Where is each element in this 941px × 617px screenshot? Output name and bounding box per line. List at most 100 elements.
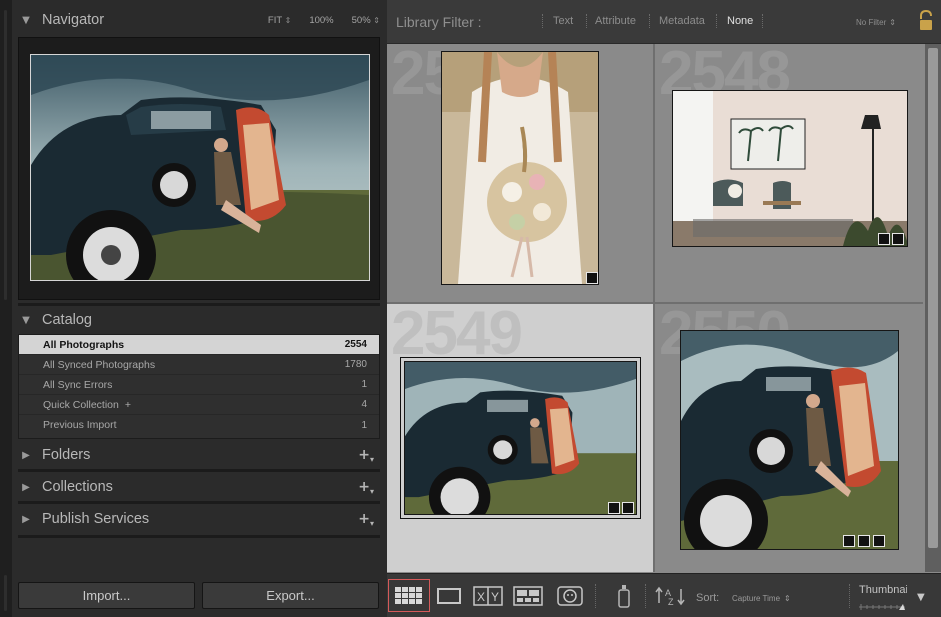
sort-direction-button[interactable]: A Z [655,579,685,612]
navigator-zoom-options: FIT ⇕ 100% 50% ⇕ [268,6,380,34]
filter-lock-icon[interactable] [918,10,934,32]
zoom-fit-option[interactable]: FIT ⇕ [268,15,291,26]
svg-text:Y: Y [491,590,499,604]
catalog-item-label-group: Quick Collection + [43,399,131,411]
grid-cell[interactable]: 2548 [655,44,923,302]
loupe-view-button[interactable] [432,579,466,612]
updown-arrow-icon: ⇕ [784,594,791,603]
panel-divider [18,535,380,538]
catalog-item-count: 2554 [344,339,367,350]
folders-header[interactable]: ▶ Folders +▾ [18,441,380,469]
collapse-triangle-icon[interactable]: ▼ [18,15,34,26]
filter-preset-dropdown[interactable]: No Filter ⇕ [853,16,896,28]
survey-view-icon [513,585,543,606]
keyword-tag-icon [608,502,620,514]
catalog-title: Catalog [42,312,92,328]
photo-thumbnail-car-square[interactable] [680,330,899,550]
filter-preset-value: No Filter [856,18,887,27]
catalog-item-count: 1780 [344,359,367,370]
people-view-button[interactable] [553,579,587,612]
photo-thumbnail-bride[interactable] [441,51,599,285]
grid-cell-selected[interactable]: 2549 [387,304,653,572]
left-edge-grip[interactable] [4,10,7,300]
add-folder-icon[interactable]: +▾ [358,447,374,464]
bottom-toolbar: X Y A Z Sort: Capture Time ⇕ Thumbna ▼ [387,573,941,617]
catalog-header[interactable]: ▼ Catalog [18,306,380,334]
sort-dropdown[interactable]: Capture Time ⇕ [728,592,791,604]
survey-view-button[interactable] [511,579,545,612]
catalog-item-all-synced-photographs[interactable]: All Synced Photographs 1780 [19,355,379,375]
keyword-tag-icon [843,535,855,547]
zoom-50-option[interactable]: 50% ⇕ [352,15,380,26]
catalog-item-label: All Sync Errors [43,378,113,391]
expand-triangle-icon[interactable]: ▶ [18,482,34,493]
people-face-icon [557,585,583,606]
loupe-view-icon [437,587,461,604]
compare-view-button[interactable]: X Y [471,579,505,612]
grid-divider-vertical [653,44,655,572]
publish-services-header[interactable]: ▶ Publish Services +▾ [18,505,380,533]
filter-option-attribute[interactable]: Attribute [595,15,636,27]
catalog-item-label: Quick Collection [43,398,119,411]
catalog-item-count: 4 [361,399,367,410]
panel-divider [18,501,380,504]
filter-separator [762,14,763,28]
scrollbar-thumb[interactable] [928,48,938,548]
export-button[interactable]: Export... [202,582,379,609]
catalog-list: All Photographs 2554 All Synced Photogra… [18,334,380,439]
grid-cell[interactable]: 25 [387,44,653,302]
import-button[interactable]: Import... [18,582,195,609]
svg-text:X: X [477,590,485,604]
left-panel: ▼ Navigator FIT ⇕ 100% 50% ⇕ ▼ Catalog A… [0,0,387,617]
zoom-100-option[interactable]: 100% [309,15,333,26]
filter-option-none[interactable]: None [727,15,753,27]
sort-value: Capture Time [732,594,781,603]
add-publish-service-icon[interactable]: +▾ [358,511,374,528]
keyword-tag-icon [586,272,598,284]
panel-divider [18,469,380,472]
publish-services-title: Publish Services [42,511,150,527]
grid-view-button[interactable] [388,579,430,612]
left-panel-edge[interactable] [0,0,12,617]
toolbar-separator [849,584,850,608]
library-filter-bar: Library Filter : Text Attribute Metadata… [387,0,941,44]
folders-title: Folders [42,447,91,463]
collections-title: Collections [42,479,113,495]
filter-option-text[interactable]: Text [553,15,573,27]
add-collection-icon[interactable]: +▾ [358,479,374,496]
catalog-item-previous-import[interactable]: Previous Import 1 [19,415,379,435]
expand-triangle-icon[interactable]: ▶ [18,514,34,525]
catalog-item-all-photographs[interactable]: All Photographs 2554 [19,335,379,355]
collapse-triangle-icon[interactable]: ▼ [18,315,34,326]
catalog-item-all-sync-errors[interactable]: All Sync Errors 1 [19,375,379,395]
left-edge-grip-bottom[interactable] [4,575,7,611]
toolbar-menu-arrow-icon[interactable]: ▼ [917,592,925,603]
thumbnail-size-slider[interactable] [859,604,905,610]
filter-separator [716,14,717,28]
photo-thumbnail-interior[interactable] [672,90,908,247]
expand-triangle-icon[interactable]: ▶ [18,450,34,461]
navigator-photo[interactable] [30,54,370,281]
painter-spray-can-button[interactable] [613,579,635,612]
filter-option-metadata[interactable]: Metadata [659,15,705,27]
spray-can-icon [618,584,630,608]
updown-arrow-icon: ⇕ [373,15,380,25]
catalog-item-label: All Synced Photographs [43,358,156,371]
navigator-preview[interactable] [18,37,380,300]
compare-view-icon: X Y [473,585,503,606]
filter-separator [542,14,543,28]
catalog-item-label: Previous Import [43,419,117,431]
catalog-item-quick-collection[interactable]: Quick Collection + 4 [19,395,379,415]
grid-scrollbar[interactable] [925,44,941,572]
library-filter-title: Library Filter : [396,14,482,30]
photo-thumbnail-car[interactable] [404,361,637,515]
collections-header[interactable]: ▶ Collections +▾ [18,473,380,501]
metadata-edit-icon [873,535,885,547]
updown-arrow-icon: ⇕ [889,18,896,27]
thumbnails-label: Thumbnails [859,584,907,596]
library-grid-area: Library Filter : Text Attribute Metadata… [387,0,941,617]
grid-cell[interactable]: 2550 [655,304,923,572]
catalog-item-count: 1 [361,379,367,390]
filter-separator [649,14,650,28]
navigator-header[interactable]: ▼ Navigator FIT ⇕ 100% 50% ⇕ [18,6,380,34]
